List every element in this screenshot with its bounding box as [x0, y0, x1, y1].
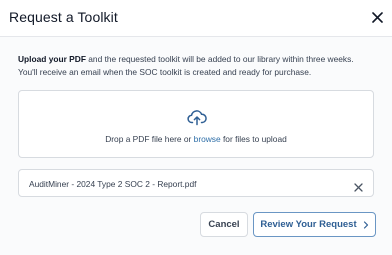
- intro-rest: and the requested toolkit will be added …: [85, 54, 354, 64]
- cancel-button[interactable]: Cancel: [200, 212, 248, 237]
- browse-link[interactable]: browse: [194, 134, 221, 144]
- dialog-title: Request a Toolkit: [9, 9, 118, 25]
- remove-file-button[interactable]: [354, 179, 363, 192]
- close-icon: [371, 11, 383, 23]
- intro-text: Upload your PDF and the requested toolki…: [18, 53, 380, 79]
- close-icon: [354, 183, 363, 192]
- dropzone-text-before: Drop a PDF file here or: [105, 134, 194, 144]
- cancel-button-label: Cancel: [208, 219, 240, 230]
- request-toolkit-dialog: Request a Toolkit Upload your PDF and th…: [0, 0, 392, 255]
- chevron-right-icon: [363, 220, 368, 229]
- intro-bold: Upload your PDF: [18, 54, 86, 64]
- uploaded-file-item: AuditMiner - 2024 Type 2 SOC 2 - Report.…: [18, 169, 374, 197]
- review-button-label: Review Your Request: [260, 219, 357, 230]
- cloud-upload-icon: [187, 110, 207, 126]
- file-name: AuditMiner - 2024 Type 2 SOC 2 - Report.…: [29, 179, 197, 189]
- dropzone-text: Drop a PDF file here or browse for files…: [19, 134, 373, 144]
- intro-line2: You'll receive an email when the SOC too…: [18, 67, 312, 77]
- dropzone-text-after: for files to upload: [220, 134, 287, 144]
- review-request-button[interactable]: Review Your Request: [253, 212, 376, 237]
- dialog-header: Request a Toolkit: [0, 0, 392, 37]
- close-dialog-button[interactable]: [370, 10, 384, 24]
- pdf-dropzone[interactable]: Drop a PDF file here or browse for files…: [18, 90, 374, 158]
